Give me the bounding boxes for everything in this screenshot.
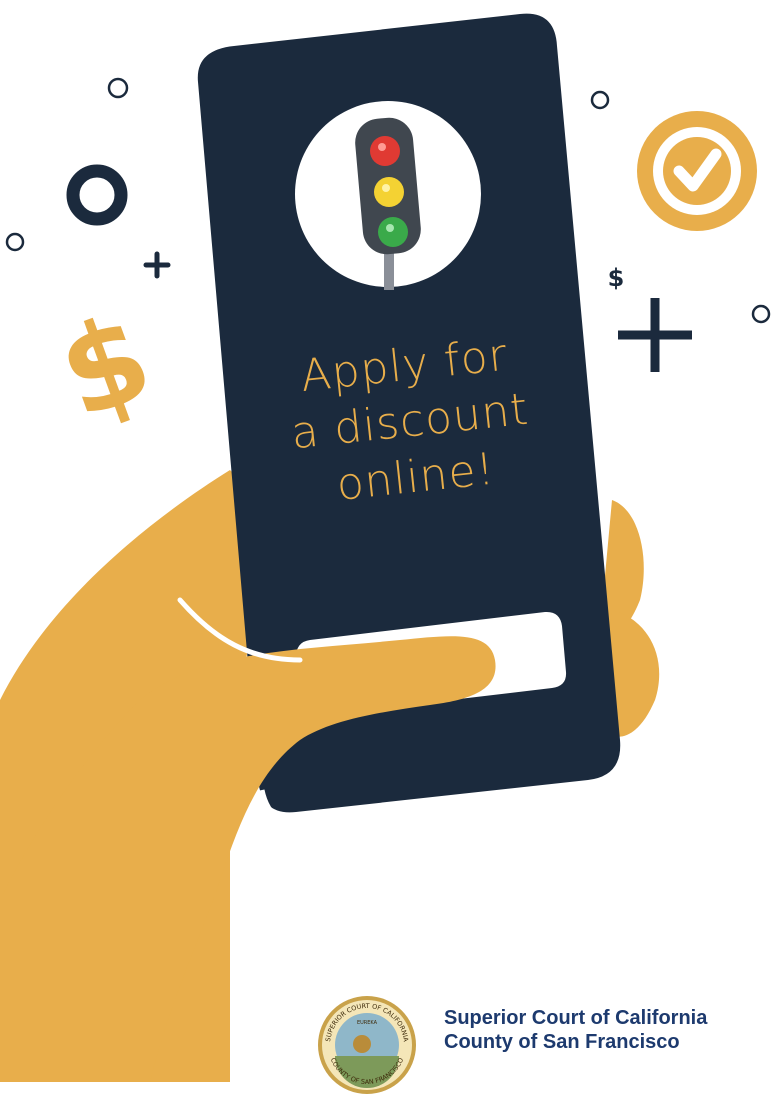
court-name-line-1: Superior Court of California bbox=[444, 1007, 708, 1029]
dollar-icon: $ bbox=[608, 264, 625, 292]
circle-icon bbox=[590, 90, 610, 110]
court-name: Superior Court of California County of S… bbox=[444, 1006, 776, 1054]
circle-icon bbox=[5, 232, 25, 252]
svg-text:EUREKA: EUREKA bbox=[357, 1020, 378, 1026]
plus-icon bbox=[143, 251, 171, 279]
illustration: $ $ bbox=[0, 13, 771, 1082]
headline: Apply for a discount online! bbox=[252, 323, 568, 521]
dollar-icon: $ bbox=[43, 287, 169, 446]
ring-icon bbox=[66, 164, 128, 226]
checkmark-icon bbox=[637, 111, 757, 231]
circle-icon bbox=[107, 77, 129, 99]
court-name-line-2: County of San Francisco bbox=[444, 1031, 680, 1053]
plus-icon bbox=[618, 298, 692, 372]
court-seal-logo: EUREKA SUPERIOR COURT OF CALIFORNIA COUN… bbox=[318, 996, 416, 1094]
circle-icon bbox=[751, 304, 771, 324]
